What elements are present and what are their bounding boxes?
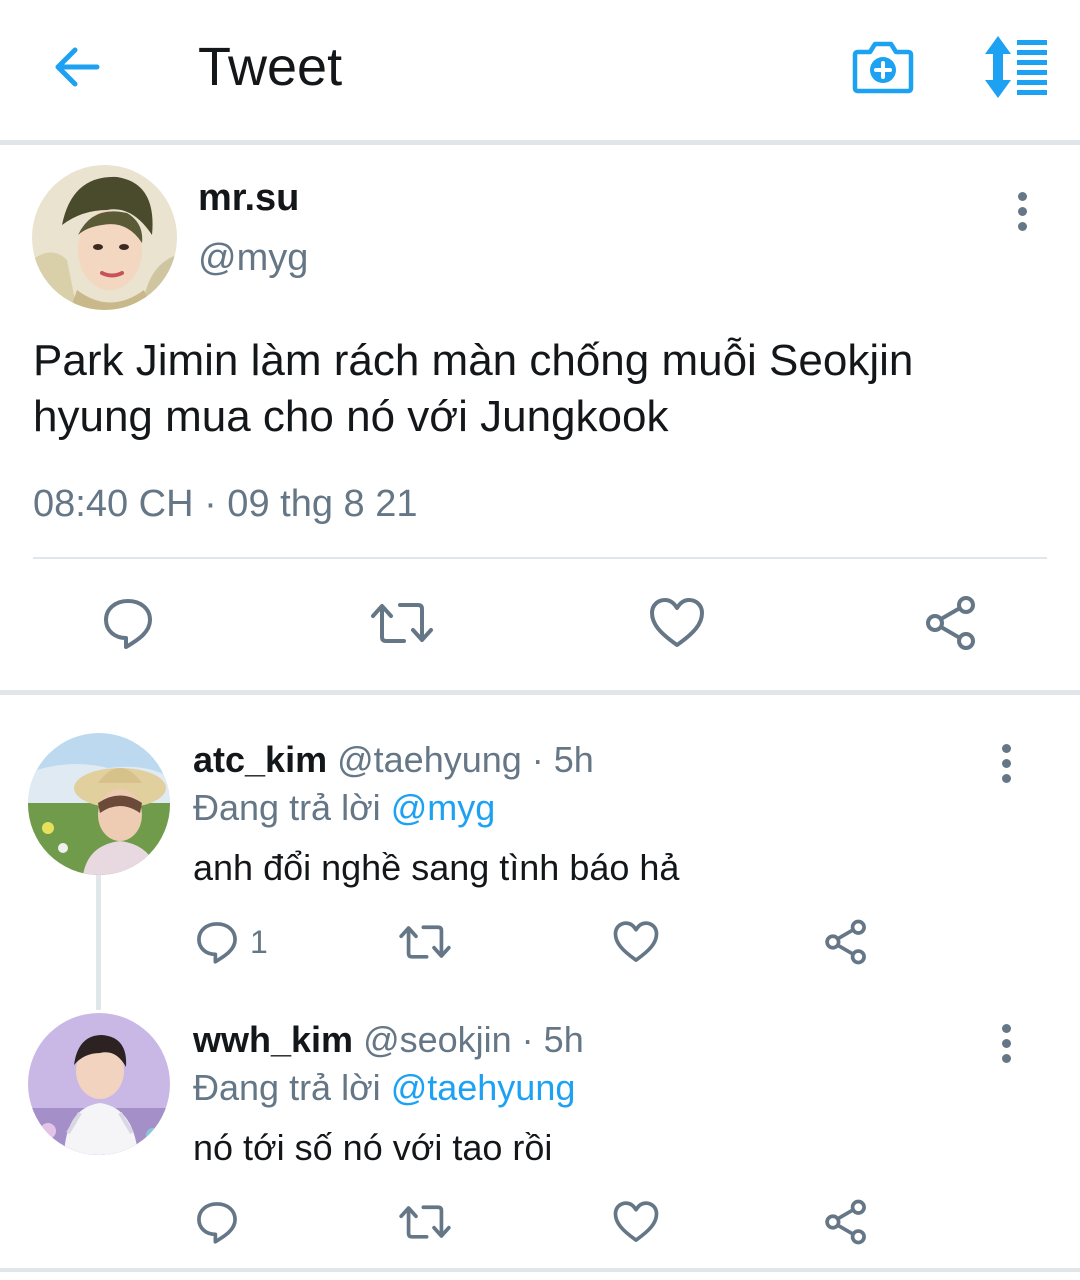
like-button[interactable] [612, 1199, 660, 1245]
divider [33, 557, 1047, 559]
replying-to-label: Đang trả lời [193, 1067, 391, 1108]
share-button[interactable] [922, 595, 980, 651]
reply-button[interactable] [194, 1199, 250, 1245]
reply-count: 1 [250, 923, 268, 960]
comment-icon [197, 922, 237, 964]
reply-button[interactable]: 1 [194, 919, 268, 965]
user-handle[interactable]: @taehyung · 5h [337, 739, 594, 780]
heart-icon [613, 1201, 659, 1242]
reply-header: wwh_kim @seokjin · 5h [193, 1019, 584, 1061]
mention-link[interactable]: @myg [391, 787, 496, 828]
reply-button[interactable] [100, 595, 156, 651]
replying-to: Đang trả lời @myg [193, 787, 495, 829]
display-name[interactable]: mr.su [198, 177, 299, 220]
sort-icon [985, 36, 1047, 98]
more-vertical-icon [1001, 743, 1011, 753]
user-handle[interactable]: @seokjin · 5h [363, 1019, 584, 1060]
reply-tweet[interactable]: atc_kim @taehyung · 5h Đang trả lời @myg… [0, 733, 1080, 1003]
heart-icon [650, 598, 704, 647]
tweet-actions [0, 585, 1080, 665]
divider [0, 1268, 1080, 1272]
more-options-button[interactable] [991, 1013, 1021, 1073]
top-app-bar: Tweet [0, 0, 1080, 140]
reply-header: atc_kim @taehyung · 5h [193, 739, 594, 781]
tweet-text: Park Jimin làm rách màn chống muỗi Seokj… [33, 336, 914, 441]
more-options-button[interactable] [991, 733, 1021, 793]
retweet-button[interactable] [398, 919, 452, 965]
arrow-left-icon [55, 47, 100, 87]
share-button[interactable] [822, 1199, 870, 1245]
section-divider [0, 690, 1080, 695]
share-icon [926, 596, 975, 650]
sort-button[interactable] [975, 32, 1055, 102]
display-name[interactable]: wwh_kim [193, 1019, 353, 1060]
more-vertical-icon [1001, 1023, 1011, 1033]
reply-actions [0, 1193, 1080, 1253]
reply-actions: 1 [0, 913, 1080, 973]
camera-add-button[interactable] [848, 32, 918, 102]
share-icon [825, 919, 866, 965]
back-button[interactable] [42, 32, 112, 102]
replying-to-label: Đang trả lời [193, 787, 391, 828]
retweet-icon [371, 603, 433, 643]
retweet-icon [399, 1205, 451, 1239]
camera-add-icon [852, 41, 914, 94]
more-vertical-icon [1017, 191, 1027, 201]
reply-text: anh đổi nghề sang tình báo hả [193, 847, 680, 888]
like-button[interactable] [612, 919, 660, 965]
page-title: Tweet [198, 37, 343, 97]
retweet-button[interactable] [370, 595, 434, 651]
like-button[interactable] [648, 595, 706, 651]
avatar[interactable] [28, 733, 170, 875]
user-handle[interactable]: @myg [198, 237, 308, 280]
share-button[interactable] [822, 919, 870, 965]
replying-to: Đang trả lời @taehyung [193, 1067, 575, 1109]
retweet-icon [399, 925, 451, 959]
avatar[interactable] [32, 165, 177, 310]
reply-text: nó tới số nó với tao rồi [193, 1127, 553, 1168]
retweet-button[interactable] [398, 1199, 452, 1245]
comment-icon [104, 599, 152, 649]
mention-link[interactable]: @taehyung [391, 1067, 576, 1108]
tweet-timestamp: 08:40 CH · 09 thg 8 21 [33, 483, 418, 525]
more-options-button[interactable] [1007, 181, 1037, 241]
share-icon [825, 1199, 866, 1245]
main-tweet: mr.su @myg Park Jimin làm rách màn chống… [0, 145, 1080, 690]
display-name[interactable]: atc_kim [193, 739, 327, 780]
comment-icon [197, 1202, 237, 1244]
avatar[interactable] [28, 1013, 170, 1155]
heart-icon [613, 921, 659, 962]
reply-tweet[interactable]: wwh_kim @seokjin · 5h Đang trả lời @taeh… [0, 1013, 1080, 1268]
